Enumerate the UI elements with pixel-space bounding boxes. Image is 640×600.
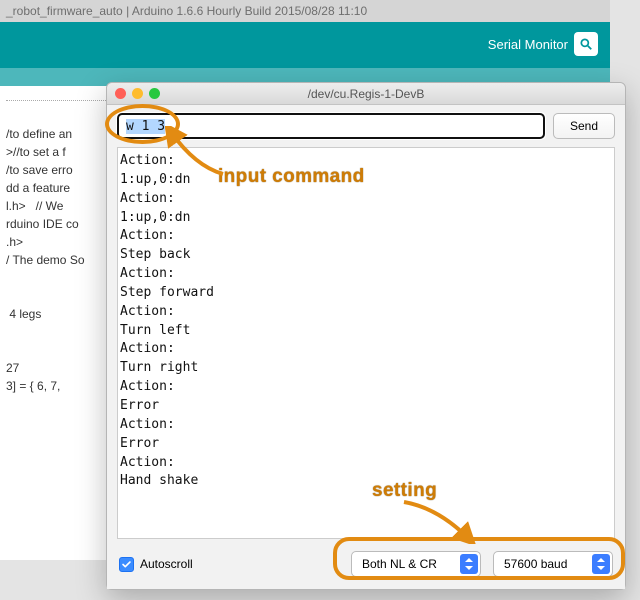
- line-ending-value: Both NL & CR: [362, 557, 437, 571]
- serial-command-row: Send: [107, 105, 625, 147]
- zoom-icon[interactable]: [149, 88, 160, 99]
- serial-bottom-bar: Autoscroll Both NL & CR 57600 baud: [107, 539, 625, 589]
- line-ending-select[interactable]: Both NL & CR: [351, 551, 481, 577]
- serial-titlebar[interactable]: /dev/cu.Regis-1-DevB: [107, 83, 625, 105]
- serial-title: /dev/cu.Regis-1-DevB: [308, 87, 425, 101]
- serial-monitor-label: Serial Monitor: [488, 37, 568, 52]
- autoscroll-toggle[interactable]: Autoscroll: [119, 557, 193, 572]
- arduino-toolbar: Serial Monitor: [0, 22, 610, 68]
- minimize-icon[interactable]: [132, 88, 143, 99]
- window-traffic-lights: [115, 88, 160, 99]
- arduino-code-fragment: /to define an >//to set a f /to save err…: [6, 127, 85, 393]
- send-button[interactable]: Send: [553, 113, 615, 139]
- arduino-titlebar: _robot_firmware_auto | Arduino 1.6.6 Hou…: [0, 0, 610, 22]
- select-stepper-icon: [592, 554, 610, 574]
- close-icon[interactable]: [115, 88, 126, 99]
- serial-monitor-window: /dev/cu.Regis-1-DevB Send Action: 1:up,0…: [106, 82, 626, 590]
- checkbox-icon: [119, 557, 134, 572]
- autoscroll-label: Autoscroll: [140, 557, 193, 571]
- magnifier-icon: [574, 32, 598, 56]
- baud-select[interactable]: 57600 baud: [493, 551, 613, 577]
- serial-output: Action: 1:up,0:dn Action: 1:up,0:dn Acti…: [117, 147, 615, 539]
- serial-monitor-button[interactable]: Serial Monitor: [488, 32, 598, 56]
- baud-value: 57600 baud: [504, 557, 567, 571]
- serial-command-input[interactable]: [117, 113, 545, 139]
- select-stepper-icon: [460, 554, 478, 574]
